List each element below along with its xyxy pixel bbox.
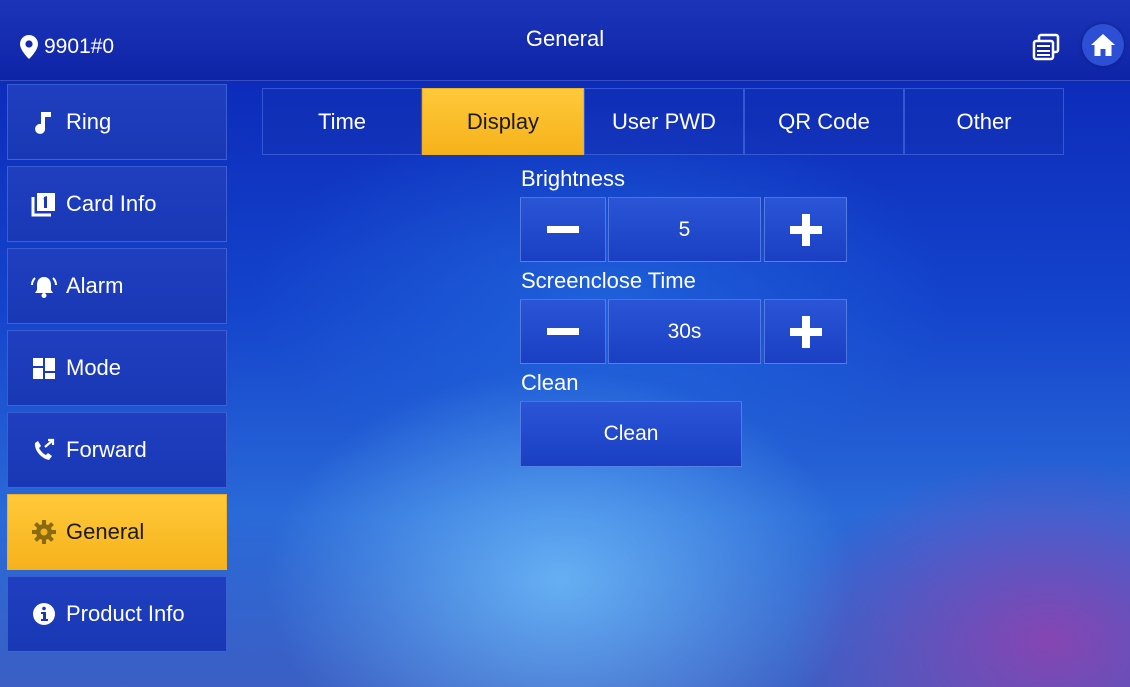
sidebar-item-label: Forward	[66, 437, 147, 462]
alarm-bell-icon	[30, 272, 58, 300]
screen: 9901#0 General Ring Card Info Alarm Mode…	[0, 0, 1130, 687]
gear-icon	[30, 518, 58, 546]
brightness-increase-button[interactable]	[764, 197, 847, 262]
home-button[interactable]	[1082, 24, 1124, 66]
window-switch-icon[interactable]	[1032, 33, 1060, 61]
sidebar-item-label: Card Info	[66, 191, 157, 216]
page-title: General	[525, 26, 605, 51]
tab-qr-code[interactable]: QR Code	[744, 88, 904, 155]
screenclose-increase-button[interactable]	[764, 299, 847, 364]
brightness-label: Brightness	[521, 166, 625, 191]
sidebar-item-product-info[interactable]: Product Info	[7, 576, 227, 652]
sidebar-item-label: Ring	[66, 109, 112, 134]
plus-icon	[789, 315, 822, 348]
minus-icon	[547, 226, 579, 233]
brightness-decrease-button[interactable]	[520, 197, 606, 262]
sidebar-item-mode[interactable]: Mode	[7, 330, 227, 406]
sidebar-item-general[interactable]: General	[7, 494, 227, 570]
tab-other[interactable]: Other	[904, 88, 1064, 155]
sidebar-item-label: General	[66, 519, 145, 544]
clean-label: Clean	[521, 370, 579, 395]
plus-icon	[789, 213, 822, 246]
info-icon	[30, 600, 58, 628]
top-bar: 9901#0 General	[0, 0, 1130, 81]
mode-grid-icon	[30, 354, 58, 382]
sidebar-item-alarm[interactable]: Alarm	[7, 248, 227, 324]
tab-user-pwd[interactable]: User PWD	[584, 88, 744, 155]
sidebar-item-forward[interactable]: Forward	[7, 412, 227, 488]
screenclose-decrease-button[interactable]	[520, 299, 606, 364]
card-icon	[30, 190, 58, 218]
sidebar-item-label: Product Info	[66, 601, 185, 626]
call-forward-icon	[30, 436, 58, 464]
tab-display[interactable]: Display	[422, 88, 584, 155]
minus-icon	[547, 328, 579, 335]
sidebar-item-ring[interactable]: Ring	[7, 84, 227, 160]
sidebar-item-label: Alarm	[66, 273, 124, 298]
tab-time[interactable]: Time	[262, 88, 422, 155]
home-icon	[1091, 34, 1115, 56]
music-note-icon	[30, 108, 58, 136]
screenclose-time-value: 30s	[608, 299, 761, 364]
brightness-value: 5	[608, 197, 761, 262]
sidebar-item-card-info[interactable]: Card Info	[7, 166, 227, 242]
tab-bar: Time Display User PWD QR Code Other	[262, 88, 1064, 155]
sidebar-item-label: Mode	[66, 355, 122, 380]
screenclose-time-label: Screenclose Time	[521, 268, 696, 293]
clean-button[interactable]: Clean	[520, 401, 742, 467]
